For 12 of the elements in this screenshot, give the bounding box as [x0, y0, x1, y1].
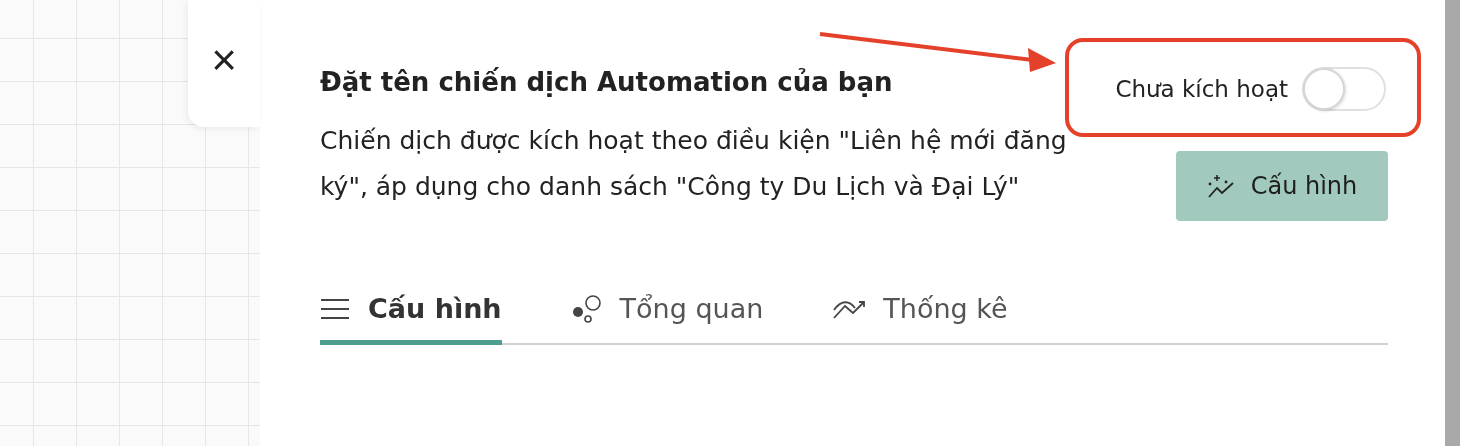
bubbles-icon: [571, 293, 602, 324]
activation-switch[interactable]: [1302, 67, 1386, 111]
close-button[interactable]: ×: [188, 0, 260, 127]
configure-button[interactable]: Cấu hình: [1176, 151, 1388, 221]
sparkle-trend-icon: [1206, 173, 1235, 199]
tab[interactable]: Tổng quan: [571, 293, 764, 345]
menu-icon: [320, 297, 350, 320]
tab[interactable]: Thống kê: [833, 293, 1008, 345]
campaign-title: Đặt tên chiến dịch Automation của bạn: [320, 66, 894, 99]
tab[interactable]: Cấu hình: [320, 293, 502, 345]
activation-label: Chưa kích hoạt: [1115, 76, 1288, 102]
campaign-description: Chiến dịch được kích hoạt theo điều kiện "Liên hệ mới đăng ký", áp dụng cho danh sách "Công ty Du Lịch và Đại Lý": [320, 125, 1068, 203]
